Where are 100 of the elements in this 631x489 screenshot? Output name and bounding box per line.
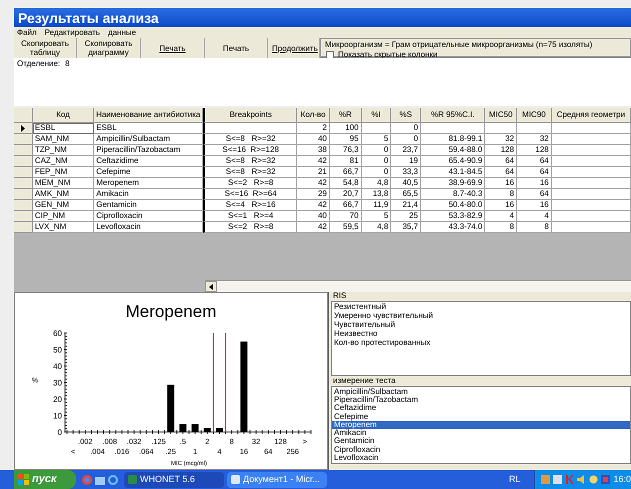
organism-label: Микроорганизм = Грам отрицательные микроорганизмы (n=75 изоляты) [325,41,594,49]
list-item[interactable]: Piperacillin/Tazobactam [332,396,630,404]
table-cell: 21,4 [391,200,422,211]
y-tick-label: 10 [53,412,62,420]
table-cell: 0 [362,167,392,178]
table-cell: MEM_NM [32,178,94,189]
table-cell: S<=16 R>=64 [203,189,298,200]
start-button[interactable]: пуск [14,470,76,489]
table-cell: Piperacillin/Tazobactam [94,145,204,156]
histogram-bar [216,428,223,432]
y-tick-label: 20 [53,395,62,404]
clock: 16:0 [613,475,631,484]
menu-item[interactable]: Редактировать [44,28,100,36]
list-item[interactable]: Amikacin [332,429,630,438]
table-cell: 4,8 [362,222,392,233]
list-item[interactable]: Ampicillin/Sulbactam [332,388,630,396]
table-cell: 42 [297,222,330,233]
list-item[interactable]: Gentamicin [332,437,630,446]
table-cell: 53.3-82.9 [421,211,486,222]
app-icon [231,475,240,484]
toolbar-button[interactable]: Скопировать таблицу [14,38,77,58]
list-item[interactable]: Умеренно чувствительный [332,312,630,321]
table-cell: S<=1 R>=4 [203,211,298,222]
table-cell: S<=2 R>=8 [203,178,298,189]
table-cell: 16 [485,200,518,211]
list-item[interactable]: Ciprofloxacin [332,446,630,454]
histogram-bar [179,424,186,432]
table-cell: S<=8 R>=32 [203,156,298,167]
table-cell: 16 [517,200,552,211]
menu-item[interactable]: данные [108,28,136,36]
table-cell: 0 [391,123,422,134]
table-cell: 43.1-84.5 [421,167,486,178]
table-cell: 8 [517,222,552,233]
table-cell: 20,7 [330,189,362,200]
table-cell: 38 [297,145,330,156]
browser-icon[interactable] [82,474,92,484]
table-cell: 23,7 [391,145,422,156]
folder-icon[interactable] [95,474,105,484]
y-tick-label: 30 [53,378,62,388]
table-cell: 50.4-80.0 [421,200,486,211]
table-cell: 76,3 [330,145,362,156]
list-item[interactable]: Ceftazidime [332,404,630,413]
table-cell: 0 [362,156,392,167]
table-cell: Cefepime [94,167,204,178]
list-item[interactable]: Кол-во протестированных [332,339,630,348]
table-cell: TZP_NM [32,145,94,156]
table-cell: ESBL [32,123,94,134]
table-cell: 25 [391,211,422,222]
speaker-icon[interactable] [577,475,586,484]
table-cell: 0 [391,134,422,145]
table-cell: GEN_NM [32,200,94,211]
toolbar-button[interactable]: Скопировать диаграмму [77,38,141,58]
table-cell: Meropenem [94,178,204,189]
scroll-left-button[interactable] [205,281,217,292]
toolbar-button[interactable]: Печать [205,38,268,58]
table-cell: 128 [485,145,518,156]
table-cell: 8 [485,189,518,200]
taskbar-button[interactable]: Документ1 - Micr... [227,472,327,488]
menu-item[interactable]: Файл [17,28,37,36]
table-cell: 8 [485,222,518,233]
k-shape-icon[interactable] [565,475,574,484]
table-cell [485,123,518,134]
list-item[interactable]: Резистентный [332,303,630,312]
table-cell: 59,5 [330,222,362,233]
table-cell: 2 [297,123,330,134]
table-cell: 40 [297,134,330,145]
histogram-bar [167,384,174,432]
table-cell: 19 [391,156,422,167]
table-cell: 40,5 [391,178,422,189]
toolbar-button[interactable]: Продолжить [268,38,320,58]
list-item[interactable]: Meropenem [332,420,630,430]
list-item[interactable]: Неизвестно [332,330,630,339]
tray-icon[interactable] [589,475,598,484]
table-cell: 40 [297,211,330,222]
list-item[interactable]: Levofloxacin [332,454,630,462]
language-indicator[interactable]: RL [508,475,520,484]
browser-icon[interactable] [108,474,118,484]
table-cell: LVX_NM [32,222,94,233]
row-header[interactable] [14,123,33,134]
table-cell: S<=8 R>=32 [203,167,298,178]
table-cell: 42 [297,200,330,211]
table-cell: 100 [330,123,362,134]
table-cell: 32 [517,134,552,145]
table-cell: 42 [297,178,330,189]
table-cell: 13,8 [362,189,392,200]
list-item[interactable]: Чувствительный [332,321,630,330]
toolbar-button[interactable]: Печать [141,38,205,58]
table-cell: 33,3 [391,167,422,178]
list-item[interactable]: Cefepime [332,412,630,421]
y-tick-label: 50 [53,346,62,354]
table-cell: 38.9-69.9 [421,178,486,189]
horizontal-scrollbar[interactable] [205,280,631,292]
table-cell: 11,9 [362,200,392,211]
table-cell: CIP_NM [32,211,94,222]
window-title: Результаты анализа [18,10,159,24]
taskbar-button[interactable]: WHONET 5.6 [124,472,224,488]
table-cell: 32 [485,134,518,145]
table-cell: 4 [485,211,518,222]
table-cell: Ampicillin/Sulbactam [94,134,204,145]
y-tick-label: 40 [53,362,62,371]
